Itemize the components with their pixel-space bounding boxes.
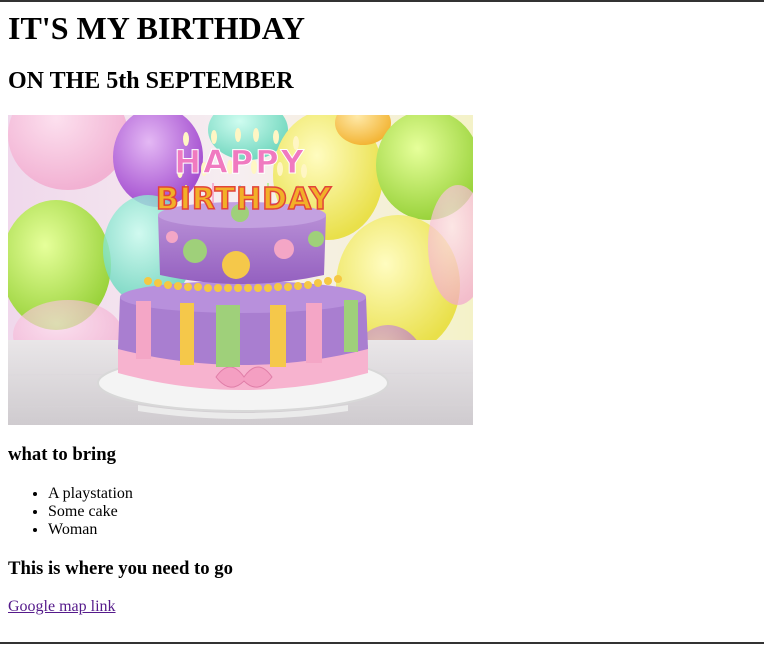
location-heading: This is where you need to go — [8, 558, 233, 579]
list-item: A playstation — [48, 485, 133, 503]
page-subtitle: ON THE 5th SEPTEMBER — [8, 68, 294, 94]
page-title: IT'S MY BIRTHDAY — [8, 10, 306, 46]
window-bottom-border — [0, 642, 764, 644]
cake-candle-text-happy: HAPPY — [174, 143, 306, 181]
list-item: Some cake — [48, 503, 133, 521]
bring-list: A playstation Some cake Woman — [8, 485, 133, 539]
birthday-cake-image: HAPPY BIRTHDAY — [8, 115, 473, 425]
what-to-bring-heading: what to bring — [8, 444, 116, 465]
cake-candle-text-birthday: BIRTHDAY — [156, 182, 333, 217]
window-top-border — [0, 0, 764, 2]
list-item: Woman — [48, 521, 133, 539]
google-map-link[interactable]: Google map link — [8, 598, 116, 616]
